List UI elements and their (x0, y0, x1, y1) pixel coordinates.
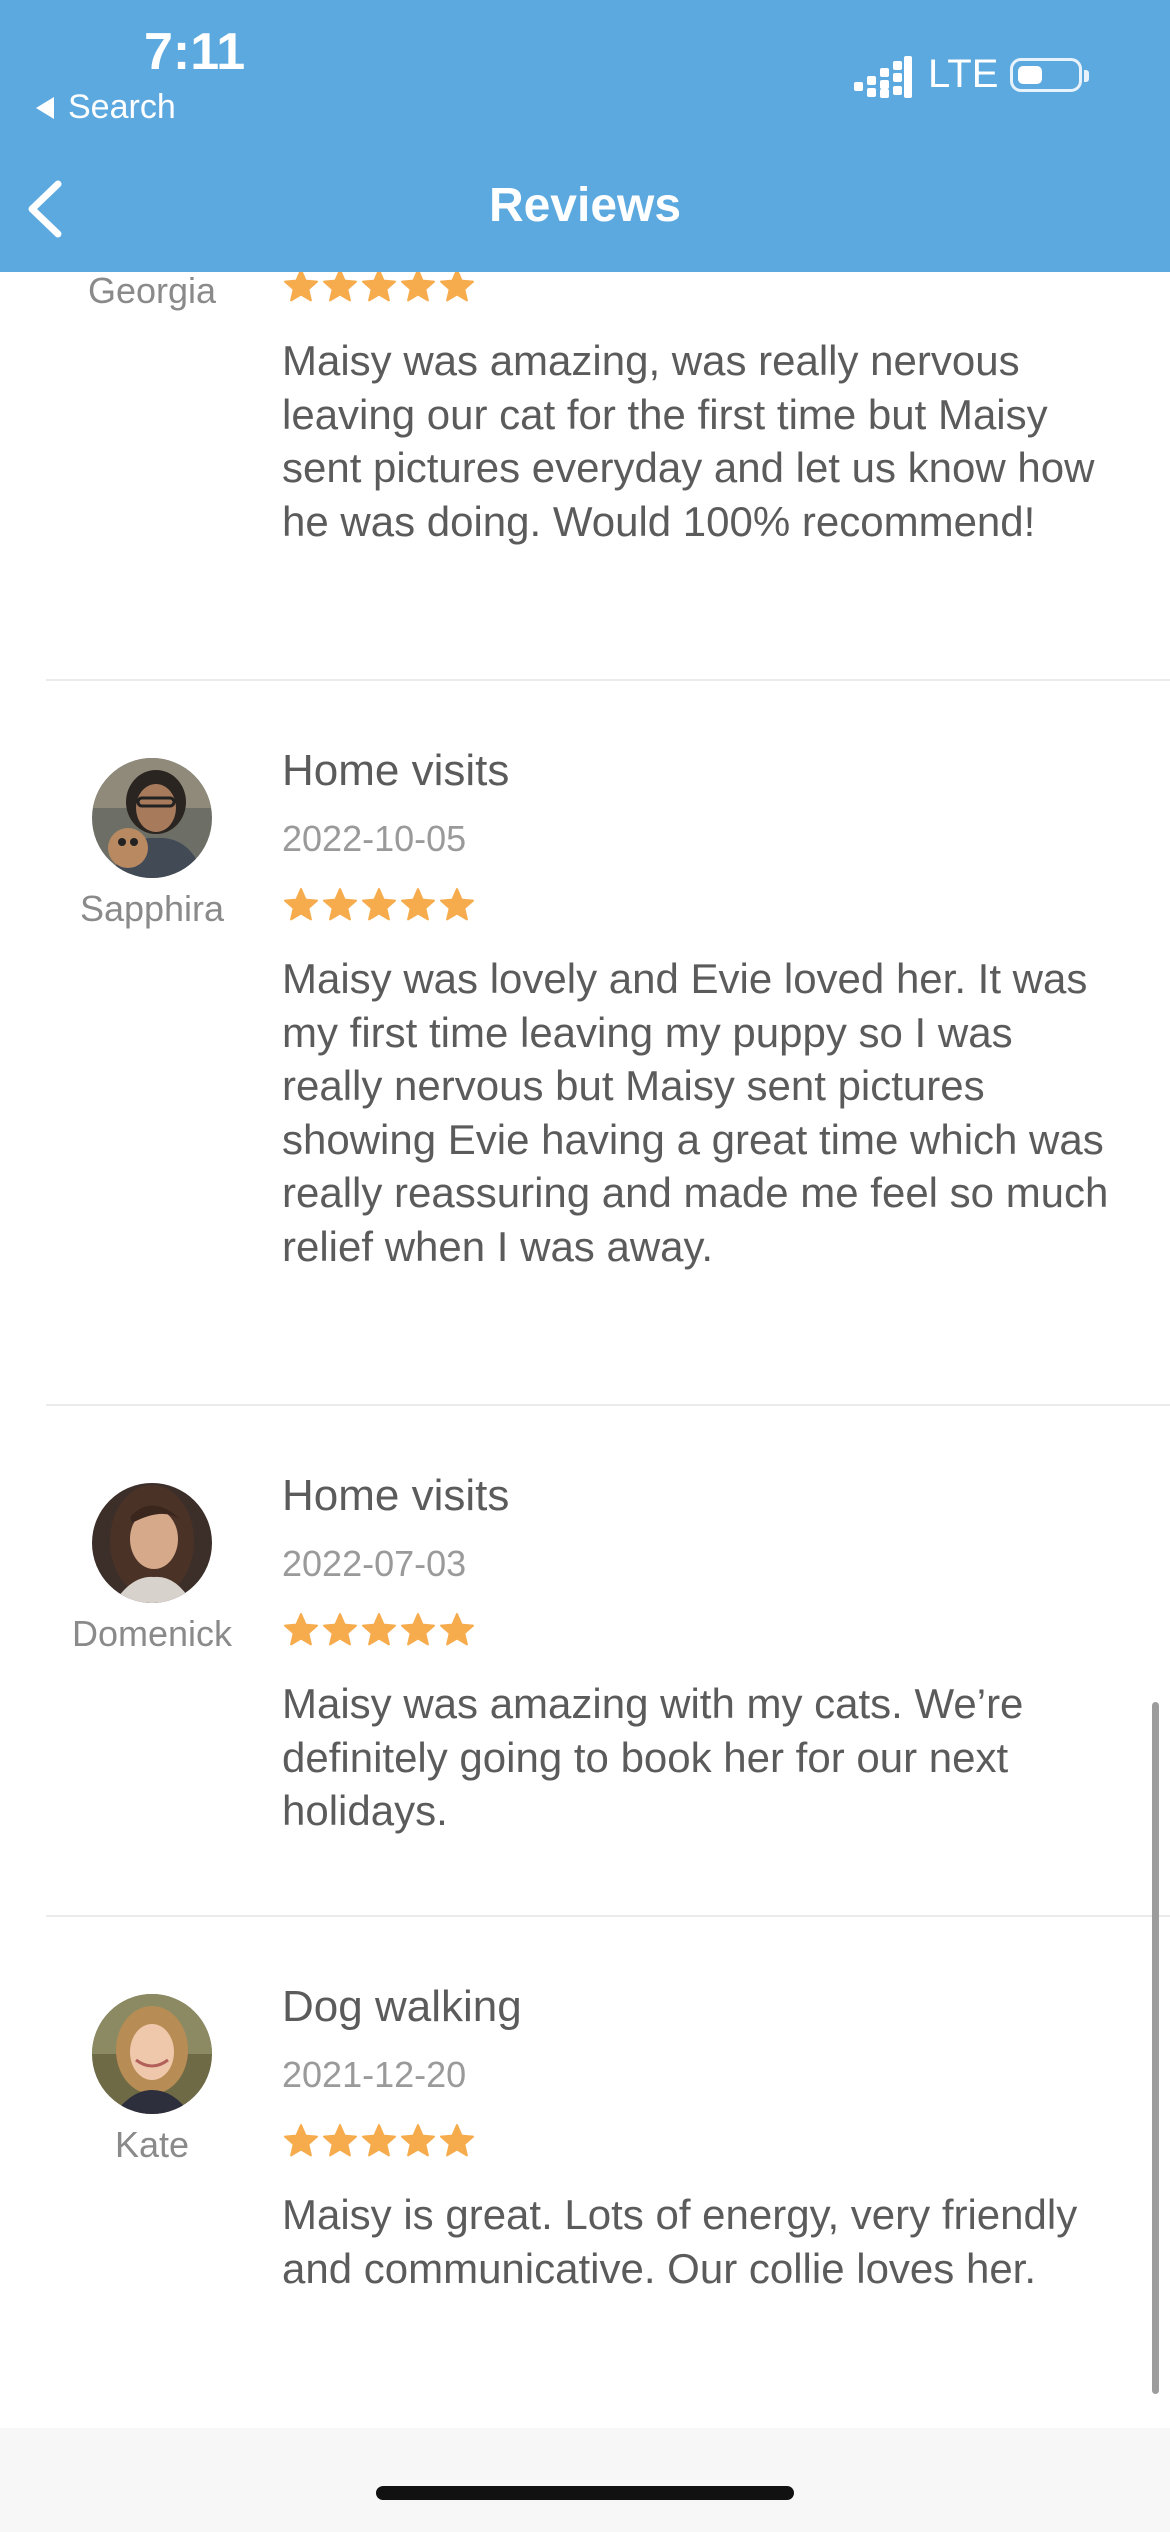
star-icon (440, 1613, 474, 1646)
star-icon (284, 1613, 318, 1646)
star-icon (362, 888, 396, 921)
star-icon (440, 2124, 474, 2157)
back-to-search-link[interactable]: Search (36, 88, 176, 127)
review-date: 2021-12-20 (282, 2054, 467, 2095)
review-text: Maisy was amazing, was really nervous le… (282, 337, 1095, 545)
scrollbar[interactable] (1152, 1702, 1159, 2394)
star-rating (282, 2123, 476, 2159)
review-text: Maisy is great. Lots of energy, very fri… (282, 2191, 1078, 2292)
reviewer-name: Sapphira (79, 888, 225, 929)
star-icon (284, 2124, 318, 2157)
star-icon (362, 1613, 396, 1646)
page-title: Reviews (488, 179, 682, 232)
status-time: 7:11 (144, 23, 246, 81)
reviewer-avatar (92, 1483, 212, 1603)
review-text: Maisy was lovely and Evie loved her. It … (282, 955, 1109, 1270)
star-icon (362, 2124, 396, 2157)
divider (46, 1915, 1170, 1917)
star-icon (323, 269, 357, 302)
divider (46, 679, 1170, 681)
home-indicator[interactable] (376, 2486, 794, 2500)
service-type: Home visits (282, 746, 510, 795)
network-type: LTE (928, 52, 999, 96)
star-rating (282, 268, 476, 304)
star-icon (440, 888, 474, 921)
reviewer-name: Georgia (87, 270, 217, 311)
header-bar: 7:11 Search LTE Reviews (0, 0, 1170, 272)
reviewer-avatar (92, 1994, 212, 2114)
service-type: Dog walking (282, 1982, 522, 2031)
review-date: 2022-10-05 (282, 818, 467, 859)
service-type: Home visits (282, 1471, 510, 1520)
star-icon (401, 269, 435, 302)
star-icon (440, 269, 474, 302)
star-icon (401, 1613, 435, 1646)
star-icon (401, 888, 435, 921)
star-icon (284, 269, 318, 302)
star-icon (401, 2124, 435, 2157)
signal-strength-icon (854, 56, 912, 98)
star-rating (282, 1612, 476, 1648)
star-icon (323, 888, 357, 921)
star-icon (323, 2124, 357, 2157)
star-rating (282, 887, 476, 923)
reviewer-name: Kate (114, 2124, 190, 2165)
star-icon (323, 1613, 357, 1646)
reviewer-name: Domenick (71, 1613, 233, 1654)
review-date: 2022-07-03 (282, 1543, 467, 1584)
review-text: Maisy was amazing with my cats. We’re de… (282, 1680, 1024, 1834)
back-triangle-icon (36, 96, 54, 119)
reviewer-avatar (92, 758, 212, 878)
star-icon (362, 269, 396, 302)
back-to-search-label: Search (68, 88, 176, 126)
bottom-safe-area (0, 2428, 1170, 2532)
star-icon (284, 888, 318, 921)
battery-icon (1010, 58, 1089, 92)
divider (46, 1404, 1170, 1406)
